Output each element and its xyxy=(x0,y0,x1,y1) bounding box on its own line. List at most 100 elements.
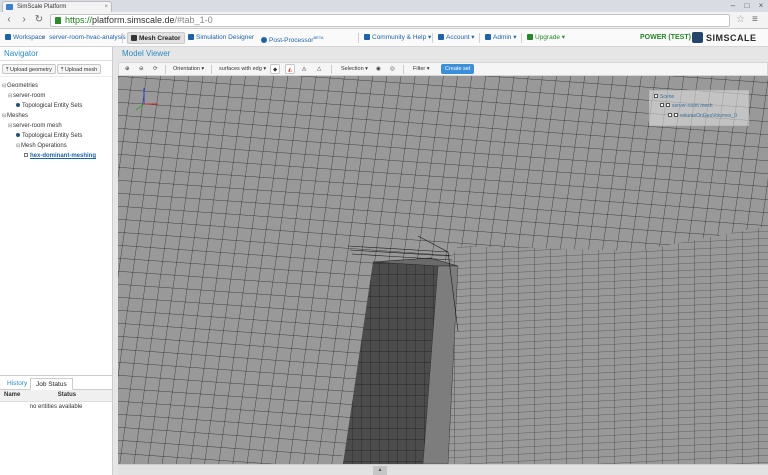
tree-topo-label: Topological Entity Sets xyxy=(22,103,83,109)
viewer-statusbar: ▴ xyxy=(118,464,768,475)
model-viewer-title: Model Viewer xyxy=(122,49,171,58)
job-tabs: History Job Status xyxy=(0,376,112,390)
render-solid-icon[interactable]: ◆ xyxy=(270,64,281,74)
bookmark-star-icon[interactable]: ☆ xyxy=(736,14,745,25)
navigator-title: Navigator xyxy=(0,47,112,61)
tree-mesh-label: server-room mesh xyxy=(13,123,62,129)
tree-geometries[interactable]: ⊟Geometries xyxy=(0,81,112,91)
account-menu[interactable]: Account ▾ xyxy=(438,32,475,44)
selection-label: Selection xyxy=(341,66,364,72)
close-tab-icon[interactable]: × xyxy=(104,2,108,12)
orientation-label: Orientation xyxy=(173,66,200,72)
appbar-divider xyxy=(521,33,522,43)
upload-geometry-button[interactable]: ⤒ Upload geometry xyxy=(2,64,56,74)
upgrade-menu[interactable]: Upgrade ▾ xyxy=(527,32,565,44)
minimize-icon[interactable]: – xyxy=(726,0,740,12)
navigator-toolbar: ⤒ Upload geometry ⤒ Upload mesh xyxy=(0,61,112,77)
gear-icon xyxy=(188,34,194,40)
selection-dropdown[interactable]: Selection ▾ xyxy=(339,64,370,74)
maximize-icon[interactable]: □ xyxy=(740,0,754,12)
column-name[interactable]: Name xyxy=(0,390,54,402)
filter-dropdown[interactable]: Filter ▾ xyxy=(411,64,432,74)
tree-mesh-operations[interactable]: ⊟Mesh Operations xyxy=(0,141,112,151)
simscale-logo-icon xyxy=(692,32,703,43)
navigator-panel: Navigator ⤒ Upload geometry ⤒ Upload mesh… xyxy=(0,47,113,475)
tree-meshes-label: Meshes xyxy=(7,113,29,119)
close-window-icon[interactable]: × xyxy=(754,0,768,12)
tree-operation-label: hex-dominant-meshing xyxy=(30,153,97,159)
scene-volume-label: volumeOnGeoVolumes_0 xyxy=(680,113,737,119)
forward-icon[interactable]: › xyxy=(18,14,30,26)
url-host: platform.simscale.de xyxy=(92,15,175,25)
upgrade-label: Upgrade xyxy=(535,34,560,41)
toolbar-divider xyxy=(165,65,166,74)
scene-volume-checkbox[interactable] xyxy=(668,113,672,117)
browser-menu-icon[interactable]: ≡ xyxy=(752,14,758,25)
simulation-designer-label: Simulation Designer xyxy=(196,34,255,41)
tab-job-status[interactable]: Job Status xyxy=(30,378,73,390)
show-icon[interactable]: ◉ xyxy=(374,64,383,74)
community-icon xyxy=(364,34,370,40)
reset-view-icon[interactable]: ⟳ xyxy=(151,64,160,74)
upload-mesh-button[interactable]: ⤒ Upload mesh xyxy=(56,64,102,74)
admin-star-icon xyxy=(485,34,491,40)
render-points-icon[interactable]: △ xyxy=(315,64,323,74)
tab-mesh-creator[interactable]: Mesh Creator xyxy=(127,32,185,44)
create-set-button[interactable]: Create set xyxy=(441,64,475,74)
workspace-link[interactable]: Workspace xyxy=(5,32,45,44)
scene-collapse-icon[interactable] xyxy=(654,94,658,98)
tree-operation-item[interactable]: hex-dominant-meshing xyxy=(0,151,112,161)
tree-topo-label: Topological Entity Sets xyxy=(22,133,83,139)
scene-volume-visibility-checkbox[interactable] xyxy=(674,113,678,117)
navigator-tree: ⊟Geometries ⊟server-room Topological Ent… xyxy=(0,77,112,161)
hide-icon[interactable]: ◎ xyxy=(388,64,397,74)
browser-tab-title: SimScale Platform xyxy=(17,4,67,10)
zoom-in-icon[interactable]: ⊕ xyxy=(123,64,132,74)
appbar-divider xyxy=(358,33,359,43)
tab-history[interactable]: History xyxy=(2,378,32,390)
appbar-divider xyxy=(432,33,433,43)
scene-title: Scene xyxy=(660,94,675,100)
render-edges-icon[interactable]: ◭ xyxy=(285,64,296,74)
tab-post-processor[interactable]: Post-ProcessorBETA xyxy=(261,32,324,44)
scene-root[interactable]: Scene xyxy=(654,93,674,101)
zoom-out-icon[interactable]: ⊖ xyxy=(137,64,146,74)
render-wireframe-icon[interactable]: ◬ xyxy=(300,64,308,74)
back-icon[interactable]: ‹ xyxy=(3,14,15,26)
user-icon xyxy=(438,34,444,40)
admin-menu[interactable]: Admin ▾ xyxy=(485,32,517,44)
tree-topo-sets-geometry[interactable]: Topological Entity Sets xyxy=(0,101,112,111)
url-input[interactable]: https://platform.simscale.de/#tab_1-0 xyxy=(50,14,730,27)
tree-mesh-item[interactable]: ⊟server-room mesh xyxy=(0,121,112,131)
simscale-logo-text: SIMSCALE xyxy=(706,33,757,43)
admin-label: Admin xyxy=(493,34,512,41)
scene-volume-row[interactable]: volumeOnGeoVolumes_0 xyxy=(668,112,737,120)
browser-tab[interactable]: SimScale Platform × xyxy=(2,1,112,12)
tab-simulation-designer[interactable]: Simulation Designer xyxy=(188,32,254,44)
toolbar-divider xyxy=(331,65,332,74)
tree-topo-sets-mesh[interactable]: Topological Entity Sets xyxy=(0,131,112,141)
orientation-dropdown[interactable]: Orientation ▾ xyxy=(171,64,206,74)
community-label: Community & Help xyxy=(372,34,427,41)
community-help-menu[interactable]: Community & Help ▾ xyxy=(364,32,431,44)
account-label: Account xyxy=(446,34,470,41)
model-viewport[interactable]: Scene server-room mesh volumeOnGeoVolume… xyxy=(118,76,768,464)
scene-mesh-checkbox[interactable] xyxy=(660,103,664,107)
filter-label: Filter xyxy=(413,66,426,72)
reload-icon[interactable]: ↻ xyxy=(33,14,45,26)
column-status[interactable]: Status xyxy=(53,390,112,402)
toolbar-divider xyxy=(211,65,212,74)
plan-label: POWER (TEST) xyxy=(640,34,691,41)
expand-panel-icon[interactable]: ▴ xyxy=(373,466,387,475)
tree-geometry-item[interactable]: ⊟server-room xyxy=(0,91,112,101)
appbar-divider xyxy=(479,33,480,43)
post-processor-label: Post-Processor xyxy=(269,37,314,45)
project-breadcrumb[interactable]: server-room-hvac-analysis xyxy=(49,32,126,44)
tree-meshes[interactable]: ⊟Meshes xyxy=(0,111,112,121)
topology-icon xyxy=(16,133,20,137)
scene-mesh-row[interactable]: server-room mesh xyxy=(660,102,713,110)
scene-mesh-visibility-checkbox[interactable] xyxy=(666,103,670,107)
render-mode-dropdown[interactable]: surfaces with edg ▾ xyxy=(217,64,268,74)
toolbar-divider xyxy=(403,65,404,74)
breadcrumb-separator: » xyxy=(41,34,45,41)
